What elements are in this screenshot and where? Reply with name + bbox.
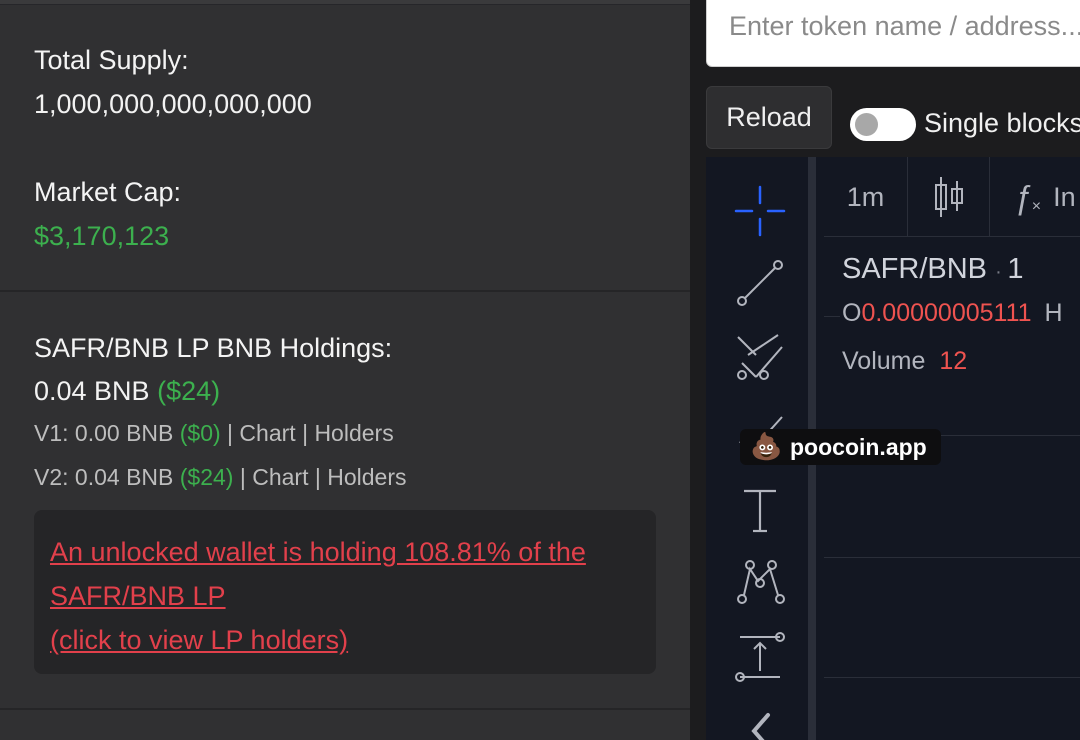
token-search-input[interactable]	[729, 11, 1080, 42]
lp-holdings-section: SAFR/BNB LP BNB Holdings: 0.04 BNB ($24)…	[34, 331, 407, 492]
legend-dot: ·	[995, 261, 1008, 283]
token-search	[706, 0, 1080, 67]
lp-v1-usd: ($0)	[179, 420, 221, 446]
lp-v2-amount: V2: 0.04 BNB	[34, 464, 174, 490]
tradingview-chart[interactable]: 1m ƒ × In SAFR/BNB · 1 O0.00000005111 H …	[706, 157, 1080, 740]
unlocked-lp-warning: An unlocked wallet is holding 108.81% of…	[34, 510, 656, 674]
lp-v2-usd: ($24)	[179, 464, 234, 490]
lp-v2-holders-link[interactable]: Holders	[327, 464, 406, 490]
separator: |	[314, 464, 321, 490]
total-supply-label: Total Supply:	[34, 45, 189, 75]
pair-symbol: SAFR/BNB	[842, 253, 988, 285]
volume-label: Volume	[842, 347, 926, 375]
text-tool-icon[interactable]	[734, 485, 786, 537]
ohlc-high-label: H	[1044, 299, 1063, 327]
chart-legend-title: SAFR/BNB · 1	[842, 253, 1023, 286]
candlestick-icon	[934, 177, 963, 217]
pair-interval: 1	[1007, 253, 1024, 285]
market-cap-value: $3,170,123	[34, 221, 170, 251]
lp-holdings-label: SAFR/BNB LP BNB Holdings:	[34, 333, 393, 363]
lp-v1-holders-link[interactable]: Holders	[314, 420, 393, 446]
lp-total-amount: 0.04 BNB	[34, 376, 150, 406]
volume-value: 12	[939, 347, 968, 375]
chart-panel: Reload Single blocks	[706, 0, 1080, 740]
reload-button[interactable]: Reload	[706, 86, 832, 149]
warning-link-line1[interactable]: An unlocked wallet is holding 108.81% of…	[50, 530, 640, 574]
crosshair-icon[interactable]	[734, 185, 786, 237]
section-divider	[0, 290, 690, 292]
chevron-left-icon[interactable]	[734, 705, 786, 740]
total-supply-value: 1,000,000,000,000,000	[34, 89, 312, 119]
lp-v2-row: V2: 0.04 BNB ($24) | Chart | Holders	[34, 462, 407, 492]
pitchfork-icon[interactable]	[734, 333, 786, 385]
lp-total-usd: ($24)	[157, 376, 221, 406]
warning-link-line2[interactable]: SAFR/BNB LP	[50, 574, 640, 618]
pattern-icon[interactable]	[734, 557, 786, 609]
ohlc-open-value: 0.00000005111	[861, 299, 1032, 327]
poocoin-watermark: 💩 poocoin.app	[740, 429, 941, 465]
indicators-label: In	[1053, 181, 1076, 212]
chart-topbar: 1m ƒ × In	[824, 157, 1080, 237]
watermark-text: poocoin.app	[790, 433, 927, 460]
token-info-panel: Total Supply: 1,000,000,000,000,000 Mark…	[0, 0, 690, 740]
function-icon: ƒ	[1014, 178, 1032, 215]
view-lp-holders-link[interactable]: (click to view LP holders)	[50, 618, 640, 662]
candle-style-button[interactable]	[908, 157, 990, 237]
single-blocks-label: Single blocks	[924, 108, 1080, 138]
chart-gridline	[824, 677, 1080, 678]
lp-v2-chart-link[interactable]: Chart	[252, 464, 308, 490]
trend-line-icon[interactable]	[734, 257, 786, 309]
interval-button[interactable]: 1m	[824, 157, 908, 237]
single-blocks-toggle[interactable]	[850, 108, 916, 141]
section-divider	[0, 708, 690, 710]
market-cap-label: Market Cap:	[34, 177, 182, 207]
separator: |	[227, 420, 234, 446]
total-supply-section: Total Supply: 1,000,000,000,000,000	[34, 43, 312, 121]
chart-gridline	[824, 316, 840, 317]
function-icon-x: ×	[1031, 198, 1042, 215]
top-divider	[0, 0, 690, 5]
poop-logo-icon: 💩	[750, 431, 783, 461]
ohlc-open-label: O	[842, 299, 862, 327]
lp-v1-chart-link[interactable]: Chart	[239, 420, 295, 446]
panel-gutter	[690, 0, 706, 740]
chart-gridline	[824, 557, 1080, 558]
lp-holdings-total: 0.04 BNB ($24)	[34, 374, 407, 408]
separator: |	[239, 464, 246, 490]
separator: |	[302, 420, 309, 446]
toggle-knob	[855, 113, 878, 136]
indicators-button[interactable]: ƒ × In	[990, 157, 1080, 237]
measure-icon[interactable]	[734, 631, 786, 683]
chart-legend-volume: Volume 12	[842, 347, 967, 376]
lp-v1-row: V1: 0.00 BNB ($0) | Chart | Holders	[34, 418, 407, 448]
market-cap-section: Market Cap: $3,170,123	[34, 175, 181, 253]
chart-legend-ohlc: O0.00000005111 H	[842, 299, 1063, 328]
lp-v1-amount: V1: 0.00 BNB	[34, 420, 174, 446]
